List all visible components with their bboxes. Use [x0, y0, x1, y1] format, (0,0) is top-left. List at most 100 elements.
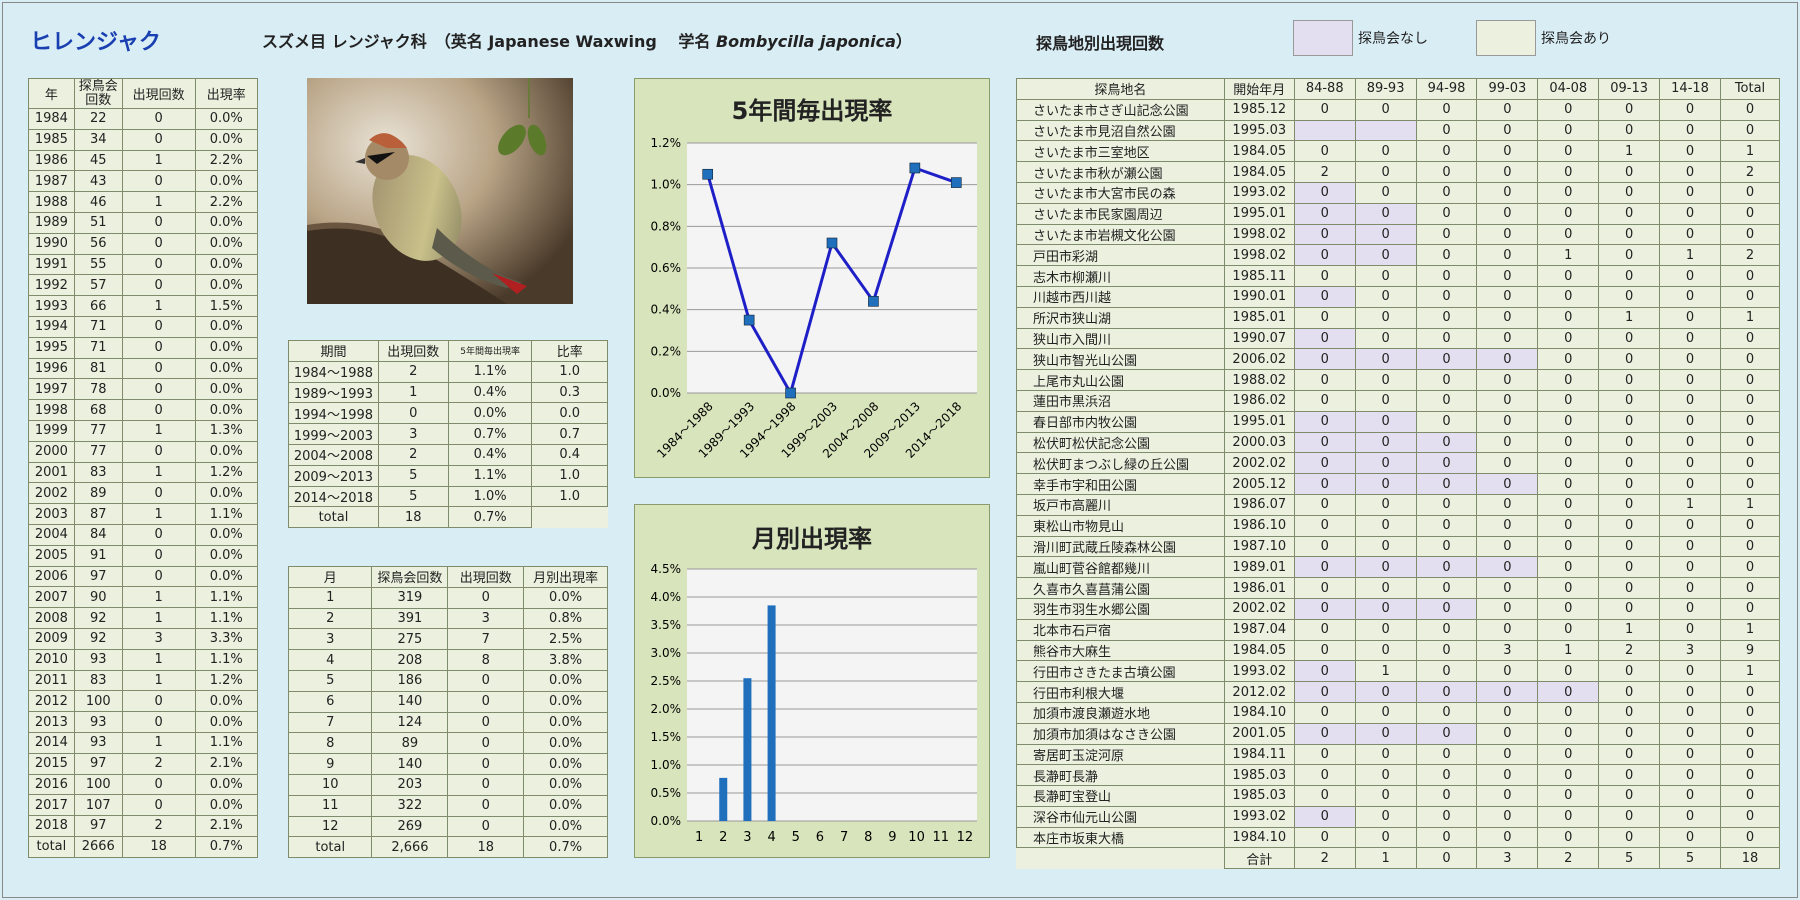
table-cell: 0 — [121, 523, 196, 546]
table-cell: 2 — [121, 752, 196, 775]
table-row: 2018 97 2 2.1% — [28, 815, 259, 837]
yearly-table: 年 探鳥会回数 出現回数 出現率 1984 22 0 0.0% 1985 34 0 0.0% 1… — [28, 78, 259, 858]
table-cell: 0 — [1293, 493, 1356, 516]
table-row: 5 186 0 0.0% — [287, 669, 608, 692]
table-cell: 0 — [1598, 493, 1661, 516]
table-cell: 78 — [73, 378, 123, 401]
table-cell: 0.0% — [523, 669, 608, 692]
table-row: total 2,666 18 0.7% — [287, 836, 608, 859]
table-cell: 0 — [1476, 597, 1539, 620]
table-cell: 0 — [1354, 244, 1417, 267]
table-cell: 0 — [1293, 785, 1356, 807]
y-tick-label: 0.6% — [651, 261, 682, 275]
table-cell: 行田市利根大堰 — [1016, 681, 1225, 703]
legend-label-survey: 探鳥会あり — [1541, 31, 1611, 47]
table-cell: 0 — [1659, 722, 1721, 745]
table-cell: 0 — [1659, 98, 1721, 121]
table-row: 幸手市宇和田公園 2005.12 0 0 0 0 0 0 0 0 — [1016, 473, 1780, 495]
table-row: 2016 100 0 0.0% — [28, 773, 259, 796]
table-cell: 0 — [121, 378, 196, 401]
monthly-chart-svg: 0.0% 0.5% 1.0% 1.5% 2.0% 2.5% 3.0% 3.5% 4.0% 4.5%… — [651, 562, 977, 845]
table-cell: 87 — [73, 503, 123, 525]
table-cell: 0.0% — [194, 274, 259, 297]
table-cell: 0 — [1537, 452, 1600, 475]
table-cell: 0.0% — [523, 586, 608, 609]
table-cell: 0.0% — [194, 170, 259, 193]
table-row: さいたま市三室地区 1984.05 0 0 0 0 0 1 0 1 — [1016, 140, 1780, 163]
table-cell: 0 — [447, 732, 525, 755]
col-month-sightings: 出現回数 — [447, 566, 525, 588]
table-cell: 1985.01 — [1223, 306, 1295, 329]
table-row: さいたま市大宮市民の森 1993.02 0 0 0 0 0 0 0 0 — [1016, 181, 1780, 204]
table-cell: 0 — [1293, 639, 1356, 662]
table-cell: 0 — [1476, 410, 1539, 433]
table-cell: 0 — [1598, 660, 1661, 683]
table-cell: 81 — [73, 357, 123, 380]
table-cell: 東松山市物見山 — [1016, 514, 1225, 537]
table-cell: 1.0 — [531, 485, 608, 508]
table-cell: 0 — [447, 690, 525, 713]
table-cell: 2008 — [28, 607, 75, 629]
table-cell: 2010 — [28, 648, 75, 671]
table-cell: 0 — [1354, 202, 1417, 225]
table-cell: 0.0% — [194, 523, 259, 546]
table-cell: 1986.10 — [1223, 514, 1295, 537]
table-cell: 1.1% — [447, 360, 533, 383]
table-cell: 2.2% — [194, 191, 259, 213]
table-cell: 0 — [1354, 473, 1417, 495]
table-cell: 0 — [1354, 597, 1417, 620]
table-cell: 71 — [73, 336, 123, 359]
table-cell: 0 — [1354, 452, 1417, 475]
table-cell: 2006 — [28, 565, 75, 588]
five-year-rate-chart: 5年間毎出現率 0.0% 0.2% 0.4% 0.6% 0.8% 1.0% 1.2% 1984… — [634, 78, 990, 478]
data-point — [743, 314, 755, 326]
table-cell: 0 — [1720, 452, 1780, 475]
table-cell: 0 — [1537, 181, 1600, 204]
table-cell: 0 — [1537, 202, 1600, 225]
table-cell: 45 — [73, 149, 123, 172]
table-cell: 0.0% — [194, 794, 259, 817]
table-cell: 0 — [1537, 805, 1600, 828]
table-cell: 1993 — [28, 295, 75, 317]
table-row: 10 203 0 0.0% — [287, 773, 608, 796]
table-cell: 1990.01 — [1223, 285, 1295, 308]
table-cell: 93 — [73, 731, 123, 754]
table-row: 2009 92 3 3.3% — [28, 627, 259, 650]
table-cell: 0 — [1476, 348, 1539, 371]
table-cell: 1 — [1537, 639, 1600, 662]
table-cell — [1354, 119, 1417, 142]
table-cell: 1 — [121, 731, 196, 754]
table-cell: 0 — [1537, 826, 1600, 849]
table-cell: 0 — [1354, 535, 1417, 558]
table-cell: 2.2% — [194, 149, 259, 172]
table-cell: 0.8% — [523, 607, 608, 630]
table-cell: 0.7% — [523, 836, 608, 859]
table-cell: 0 — [1720, 826, 1780, 849]
table-cell: 0 — [1537, 722, 1600, 745]
table-row: 1994 71 0 0.0% — [28, 315, 259, 338]
y-tick-label: 1.5% — [651, 730, 682, 744]
table-cell: 0 — [1354, 805, 1417, 828]
table-row: 加須市加須はなさき公園 2001.05 0 0 0 0 0 0 0 0 — [1016, 722, 1780, 745]
table-cell: 1.1% — [194, 731, 259, 754]
table-cell: 0 — [1598, 202, 1661, 225]
table-cell: 0 — [121, 211, 196, 234]
table-cell: 0 — [1598, 556, 1661, 579]
table-cell: 5 — [377, 485, 449, 508]
table-cell: 0.0% — [194, 108, 259, 130]
x-tick-label: 2 — [719, 830, 727, 845]
table-row: 1994～1998 0 0.0% 0.0 — [288, 402, 608, 425]
table-cell: 0 — [121, 315, 196, 338]
table-cell: 89 — [371, 732, 449, 755]
col-89-93: 89-93 — [1354, 78, 1417, 100]
table-cell: 0 — [1476, 431, 1539, 454]
table-cell: 0 — [1720, 514, 1780, 537]
y-tick-label: 4.0% — [651, 590, 682, 604]
table-cell: 0 — [1354, 140, 1417, 163]
table-cell: 1 — [1720, 618, 1780, 641]
table-cell: 2012 — [28, 690, 75, 713]
table-cell: 0 — [1720, 556, 1780, 579]
table-cell: 0 — [1293, 743, 1356, 766]
table-cell: 0 — [1415, 556, 1478, 579]
table-cell: 0 — [1354, 327, 1417, 350]
